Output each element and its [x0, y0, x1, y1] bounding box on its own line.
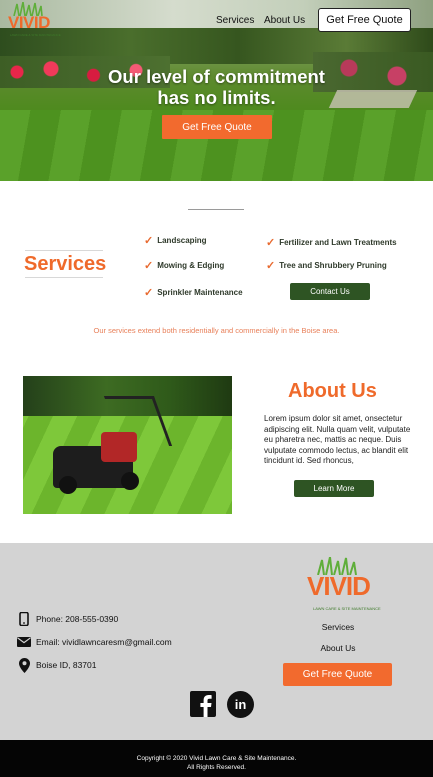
- service-item: ✓ Fertilizer and Lawn Treatments: [266, 236, 397, 249]
- email-text: Email: vividlawncaresm@gmail.com: [36, 637, 172, 647]
- footer-brand-tagline: LAWN CARE & SITE MAINTENANCE: [313, 606, 381, 611]
- lawn-mower-image: [23, 376, 232, 514]
- nav-about[interactable]: About Us: [264, 15, 305, 26]
- facebook-icon[interactable]: [190, 691, 216, 717]
- brand-logo[interactable]: VIVID LAWN CARE & SITE MAINTENANCE: [6, 2, 61, 42]
- brand-tagline: LAWN CARE & SITE MAINTENANCE: [10, 33, 61, 37]
- linkedin-icon[interactable]: in: [227, 691, 254, 718]
- service-item: ✓ Tree and Shrubbery Pruning: [266, 259, 387, 272]
- footer-location: Boise ID, 83701: [17, 657, 97, 673]
- services-rule-bottom: [25, 277, 103, 278]
- mower-wheel: [59, 476, 77, 494]
- check-icon: ✓: [144, 235, 154, 247]
- mail-icon: [17, 635, 31, 649]
- service-label: Mowing & Edging: [157, 261, 225, 270]
- hero-title-line1: Our level of commitment: [108, 66, 325, 87]
- check-icon: ✓: [266, 260, 276, 272]
- learn-more-button[interactable]: Learn More: [294, 480, 374, 497]
- phone-text: Phone: 208-555-0390: [36, 614, 119, 624]
- footer-email[interactable]: Email: vividlawncaresm@gmail.com: [17, 635, 172, 649]
- service-label: Sprinkler Maintenance: [157, 288, 243, 297]
- services-title: Services: [24, 253, 107, 275]
- location-pin-icon: [17, 657, 31, 673]
- footer-quote-button[interactable]: Get Free Quote: [283, 663, 392, 686]
- service-item: ✓ Landscaping: [144, 234, 207, 247]
- copyright-line1: Copyright © 2020 Vivid Lawn Care & Site …: [136, 755, 297, 762]
- service-label: Fertilizer and Lawn Treatments: [279, 238, 397, 247]
- footer-brand-name: VIVID: [307, 571, 371, 601]
- section-divider: [188, 209, 244, 210]
- copyright-line2: All Rights Reserved.: [187, 764, 246, 771]
- service-item: ✓ Mowing & Edging: [144, 259, 224, 272]
- services-rule-top: [25, 250, 103, 251]
- check-icon: ✓: [144, 260, 154, 272]
- footer-logo[interactable]: VIVID LAWN CARE & SITE MAINTENANCE: [305, 557, 381, 617]
- about-title: About Us: [288, 380, 377, 402]
- location-text: Boise ID, 83701: [36, 660, 97, 670]
- hero-title-line2: has no limits.: [157, 87, 276, 108]
- contact-us-button[interactable]: Contact Us: [290, 283, 370, 300]
- copyright-bar: Copyright © 2020 Vivid Lawn Care & Site …: [0, 740, 433, 777]
- footer-link-services[interactable]: Services: [293, 622, 383, 632]
- footer-phone: Phone: 208-555-0390: [17, 612, 118, 626]
- check-icon: ✓: [144, 287, 154, 299]
- footer-link-about[interactable]: About Us: [293, 643, 383, 653]
- services-note: Our services extend both residentially a…: [93, 326, 340, 335]
- mower-engine: [101, 432, 137, 462]
- mower-wheel: [121, 472, 139, 490]
- service-label: Tree and Shrubbery Pruning: [279, 261, 387, 270]
- about-text: Lorem ipsum dolor sit amet, onsectetur a…: [264, 414, 411, 465]
- service-label: Landscaping: [157, 236, 207, 245]
- check-icon: ✓: [266, 237, 276, 249]
- hero-quote-button[interactable]: Get Free Quote: [162, 115, 272, 139]
- nav-services[interactable]: Services: [216, 15, 254, 26]
- service-item: ✓ Sprinkler Maintenance: [144, 286, 243, 299]
- hero-title: Our level of commitment has no limits.: [60, 66, 373, 108]
- nav-quote-button[interactable]: Get Free Quote: [318, 8, 411, 32]
- phone-icon: [17, 612, 31, 626]
- brand-name: VIVID: [8, 13, 50, 32]
